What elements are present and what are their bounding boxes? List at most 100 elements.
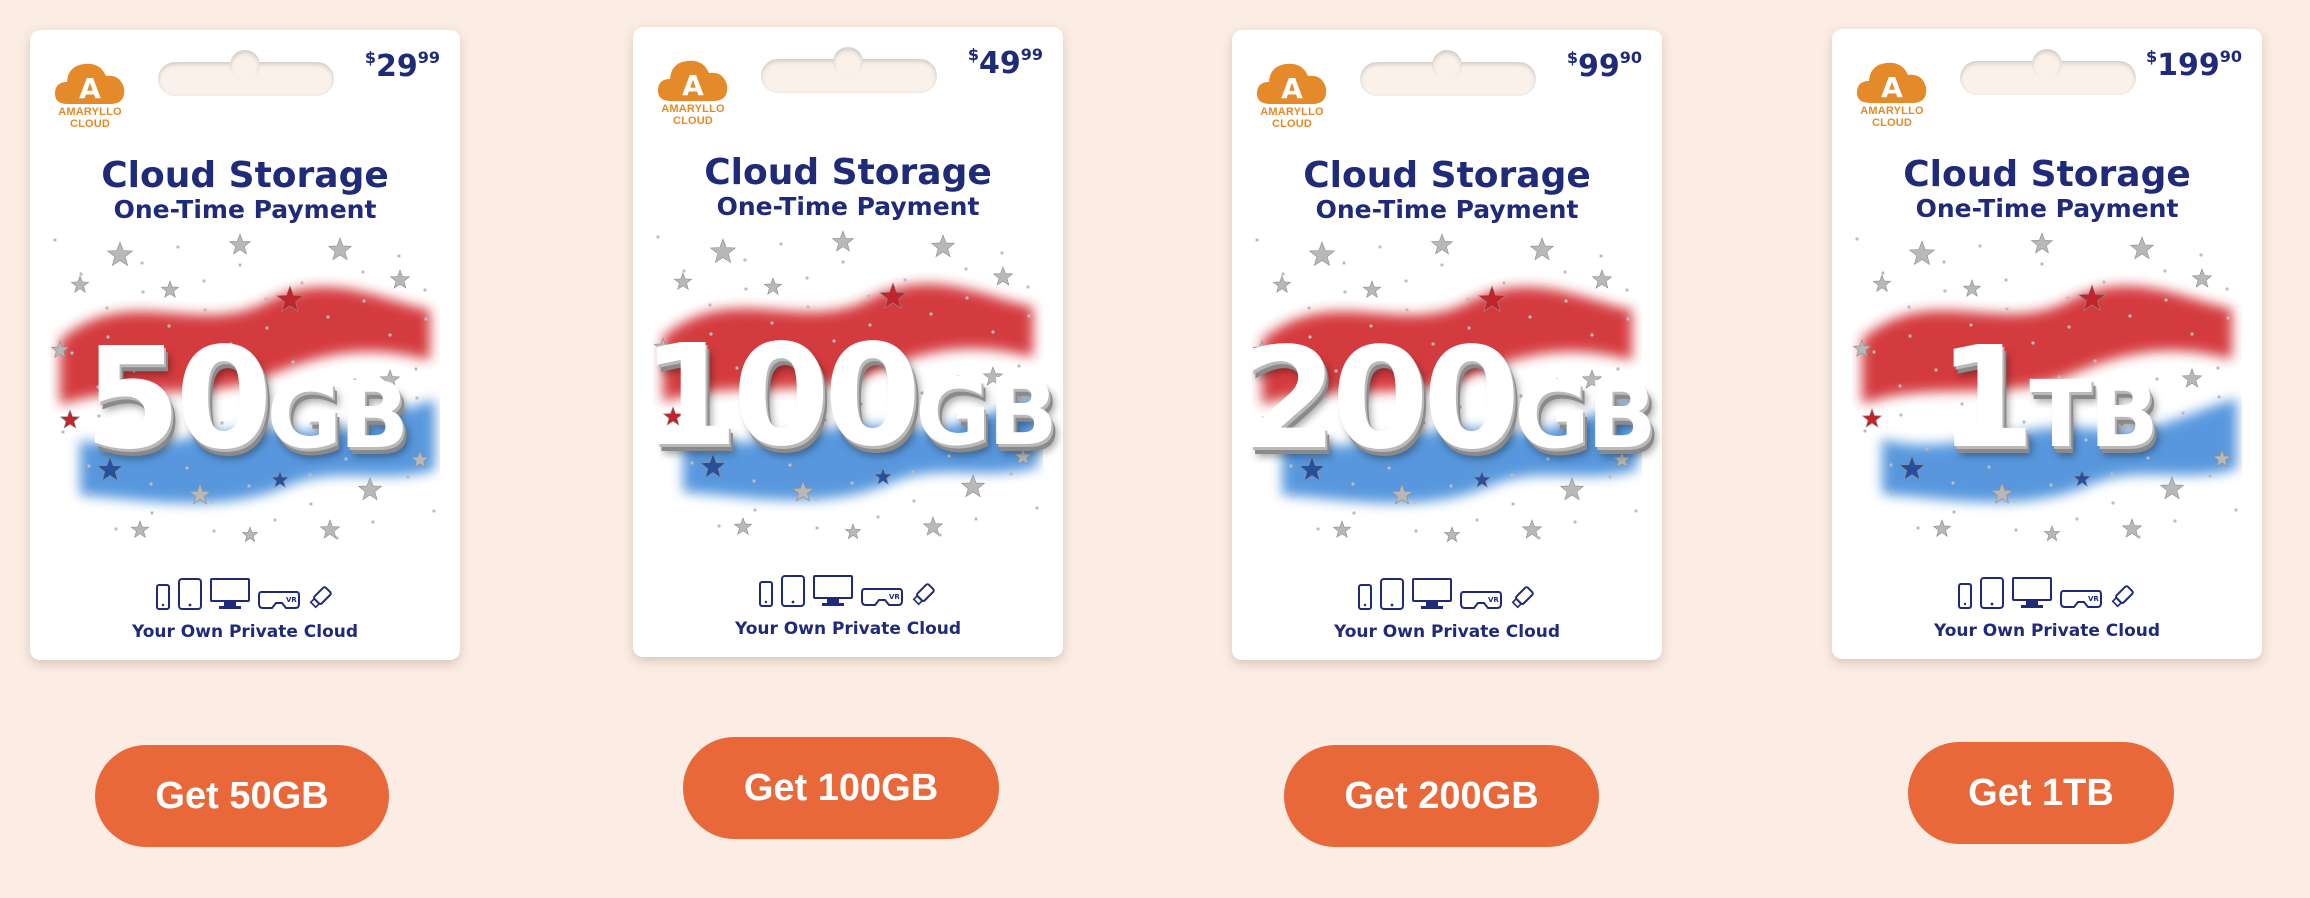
- star-icon: [130, 520, 150, 538]
- device-icons: VR: [1832, 577, 2262, 614]
- vr-headset-icon: VR: [861, 585, 903, 612]
- plan-card-50gb: A AMARYLLO CLOUD $2999 Cloud Storage One-…: [30, 30, 460, 660]
- star-icon: [992, 266, 1014, 286]
- svg-text:VR: VR: [1488, 596, 1499, 604]
- tablet-icon: [781, 575, 805, 612]
- get-1tb-button[interactable]: Get 1TB: [1908, 742, 2174, 844]
- monitor-icon: [1412, 578, 1452, 615]
- monitor-icon: [813, 575, 853, 612]
- monitor-icon: [2012, 577, 2052, 614]
- get-200gb-button[interactable]: Get 200GB: [1284, 745, 1599, 847]
- svg-text:VR: VR: [889, 593, 900, 601]
- star-icon: [160, 280, 180, 298]
- logo-wordmark: AMARYLLO CLOUD: [1860, 105, 1924, 129]
- star-icon: [2043, 525, 2061, 542]
- tablet-icon: [178, 578, 202, 615]
- get-100gb-button[interactable]: Get 100GB: [683, 737, 999, 839]
- phone-icon: [156, 584, 170, 615]
- star-icon: [1591, 269, 1613, 289]
- usb-drive-icon: [911, 581, 937, 612]
- phone-icon: [759, 581, 773, 612]
- svg-text:A: A: [1281, 72, 1303, 105]
- hang-tab: [1960, 49, 2136, 95]
- star-icon: [930, 234, 956, 258]
- star-icon: [70, 275, 90, 293]
- card-title: Cloud Storage: [1303, 155, 1591, 196]
- card-tagline: Your Own Private Cloud: [734, 619, 962, 639]
- tablet-icon: [1980, 577, 2004, 614]
- star-icon: [389, 269, 411, 289]
- cloud-logo-icon: A: [657, 60, 728, 102]
- usb-drive-icon: [1510, 584, 1536, 615]
- star-icon: [960, 474, 986, 498]
- svg-text:VR: VR: [2088, 595, 2099, 603]
- capacity-label: 1TB: [1937, 317, 2159, 480]
- logo-wordmark: AMARYLLO CLOUD: [58, 106, 122, 130]
- star-icon: [1332, 520, 1352, 538]
- card-subtitle: One-Time Payment: [1315, 195, 1579, 224]
- card-tagline: Your Own Private Cloud: [1933, 621, 2161, 641]
- star-icon: [319, 519, 341, 539]
- star-icon: [2191, 268, 2213, 288]
- star-icon: [1908, 240, 1936, 266]
- star-icon: [1962, 279, 1982, 297]
- price-tag: $19990: [2145, 47, 2242, 83]
- vr-headset-icon: VR: [258, 588, 300, 615]
- card-subtitle: One-Time Payment: [113, 195, 377, 224]
- star-icon: [106, 241, 134, 267]
- star-icon: [1932, 519, 1952, 537]
- amaryllo-logo: A AMARYLLO CLOUD: [653, 51, 733, 127]
- logo-wordmark: AMARYLLO CLOUD: [1260, 106, 1324, 130]
- capacity-label: 200GB: [1240, 318, 1657, 481]
- logo-wordmark: AMARYLLO CLOUD: [661, 103, 725, 127]
- price-tag: $2999: [364, 48, 440, 84]
- star-icon: [922, 516, 944, 536]
- cloud-logo-icon: A: [1256, 63, 1327, 105]
- star-icon: [2159, 476, 2185, 500]
- hang-tab: [761, 47, 937, 93]
- star-icon: [844, 523, 862, 540]
- star-icon: [1308, 241, 1336, 267]
- svg-text:A: A: [1881, 71, 1903, 104]
- svg-text:VR: VR: [286, 596, 297, 604]
- card-tagline: Your Own Private Cloud: [1333, 622, 1561, 642]
- plan-card-200gb: A AMARYLLO CLOUD $9990 Cloud Storage One-…: [1232, 30, 1662, 660]
- cloud-logo-icon: A: [54, 63, 125, 105]
- hang-tab: [158, 50, 334, 96]
- phone-icon: [1358, 584, 1372, 615]
- plan-card-100gb: A AMARYLLO CLOUD $4999 Cloud Storage One-…: [633, 27, 1063, 657]
- amaryllo-logo: A AMARYLLO CLOUD: [1852, 53, 1932, 129]
- star-icon: [1430, 233, 1454, 255]
- usb-drive-icon: [2110, 583, 2136, 614]
- star-icon: [327, 237, 353, 261]
- device-icons: VR: [30, 578, 460, 615]
- star-icon: [2129, 236, 2155, 260]
- device-icons: VR: [633, 575, 1063, 612]
- star-icon: [1362, 280, 1382, 298]
- get-50gb-button[interactable]: Get 50GB: [95, 745, 389, 847]
- usb-drive-icon: [308, 584, 334, 615]
- card-title: Cloud Storage: [101, 155, 389, 196]
- phone-icon: [1958, 583, 1972, 614]
- monitor-icon: [210, 578, 250, 615]
- vr-headset-icon: VR: [2060, 587, 2102, 614]
- star-icon: [763, 277, 783, 295]
- star-icon: [1521, 519, 1543, 539]
- plan-card-1tb: A AMARYLLO CLOUD $19990 Cloud Storage One…: [1832, 29, 2262, 659]
- card-title: Cloud Storage: [1903, 154, 2191, 195]
- hang-tab: [1360, 50, 1536, 96]
- card-tagline: Your Own Private Cloud: [131, 622, 359, 642]
- star-icon: [2030, 232, 2054, 254]
- star-icon: [673, 272, 693, 290]
- star-icon: [1272, 275, 1292, 293]
- amaryllo-logo: A AMARYLLO CLOUD: [1252, 54, 1332, 130]
- star-icon: [228, 233, 252, 255]
- price-tag: $4999: [967, 45, 1043, 81]
- cloud-logo-icon: A: [1856, 62, 1927, 104]
- star-icon: [831, 230, 855, 252]
- star-icon: [1529, 237, 1555, 261]
- star-icon: [733, 517, 753, 535]
- card-subtitle: One-Time Payment: [716, 192, 980, 221]
- star-icon: [1559, 477, 1585, 501]
- amaryllo-logo: A AMARYLLO CLOUD: [50, 54, 130, 130]
